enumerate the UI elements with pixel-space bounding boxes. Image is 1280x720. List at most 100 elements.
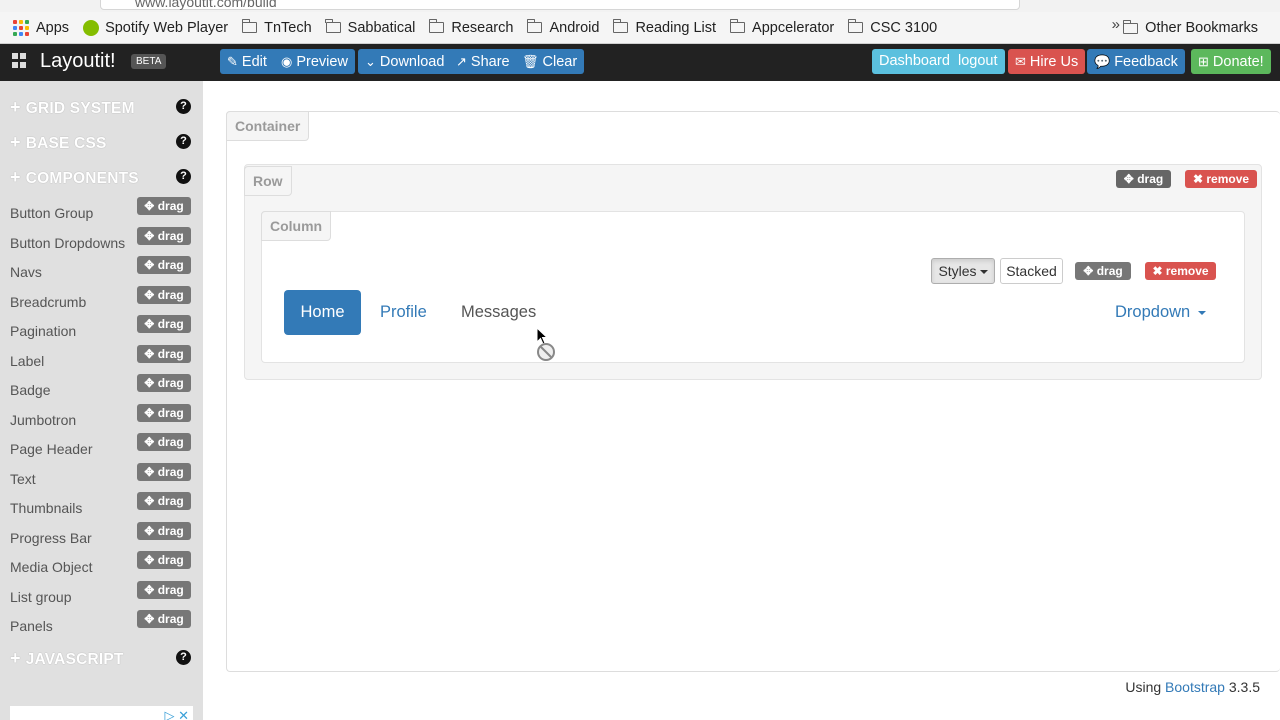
clear-button[interactable]: 🗑 Clear xyxy=(515,49,585,74)
component-label: Text xyxy=(10,470,36,487)
component-drag-handle[interactable]: ✥ drag xyxy=(137,197,191,215)
drag-label: drag xyxy=(157,523,184,538)
drag-label: drag xyxy=(157,258,184,272)
component-label: Jumbotron xyxy=(10,411,77,428)
section-javascript[interactable]: + JAVASCRIPT xyxy=(10,648,124,669)
logout-label: logout xyxy=(958,53,998,69)
move-icon: ✥ xyxy=(144,228,158,243)
ad-choices-icon[interactable]: ▷ ✕ xyxy=(164,708,189,720)
address-bar-url[interactable]: www.layoutit.com/build xyxy=(135,0,277,10)
preview-button[interactable]: ◉ Preview xyxy=(274,49,355,74)
remove-label: remove xyxy=(1206,172,1250,186)
row-remove-button[interactable]: ✖ remove xyxy=(1185,170,1257,188)
component-drag-handle[interactable]: ✥ drag xyxy=(137,462,191,481)
bookmark-label: Sabbatical xyxy=(347,19,416,36)
bookmark-appcelerator[interactable]: Appcelerator xyxy=(729,19,834,36)
component-drag-handle[interactable]: ✥ drag xyxy=(137,433,191,451)
bookmark-label: Android xyxy=(549,19,600,36)
component-item: Jumbotron ✥ drag xyxy=(0,403,203,432)
bookmark-label: Other Bookmarks xyxy=(1145,20,1258,36)
sidebar: + GRID SYSTEM ? + BASE CSS ? + COMPONENTS ?… xyxy=(0,81,203,720)
section-label: BASE CSS xyxy=(25,135,107,152)
nav-pill-profile[interactable]: Profile xyxy=(380,290,427,335)
column-element[interactable] xyxy=(261,211,1245,363)
component-drag-handle[interactable]: ✥ drag xyxy=(137,344,191,363)
bookmark-android[interactable]: Android xyxy=(526,19,600,36)
bookmark-spotify[interactable]: Spotify Web Player xyxy=(83,19,228,36)
preview-label: Preview xyxy=(296,54,348,70)
nav-pill-dropdown[interactable]: Dropdown xyxy=(1115,290,1206,335)
component-drag-handle[interactable]: ✥ drag xyxy=(137,285,191,304)
edit-button[interactable]: ✎ Edit xyxy=(220,49,274,74)
feedback-label: Feedback xyxy=(1114,54,1178,70)
section-grid-system[interactable]: + GRID SYSTEM xyxy=(10,97,135,118)
section-label: COMPONENTS xyxy=(25,170,139,187)
section-base-css[interactable]: + BASE CSS xyxy=(10,132,107,153)
brand-name[interactable]: Layoutit! xyxy=(40,50,116,73)
folder-icon xyxy=(1122,19,1139,34)
component-drag-handle[interactable]: ✥ drag xyxy=(137,610,191,628)
component-item: Progress Bar ✥ drag xyxy=(0,521,203,550)
donate-button[interactable]: ⊞ Donate! xyxy=(1191,49,1271,74)
more-bookmarks-chevron[interactable]: » xyxy=(1112,16,1120,33)
dashboard-button[interactable]: Dashboard xyxy=(872,49,957,74)
component-drag-handle[interactable]: ✥ drag xyxy=(137,374,191,392)
move-icon: ✥ xyxy=(144,523,158,538)
app-navbar: Layoutit! BETA ✎ Edit ◉ Preview ⌄ Download … xyxy=(0,44,1280,81)
logout-button[interactable]: logout xyxy=(951,49,1005,74)
feedback-button[interactable]: 💬 Feedback xyxy=(1087,49,1185,74)
row-drag-handle[interactable]: ✥ drag xyxy=(1116,170,1171,188)
drag-label: drag xyxy=(157,435,184,449)
nav-pill-home[interactable]: Home xyxy=(284,290,361,335)
bootstrap-link[interactable]: Bootstrap xyxy=(1165,679,1225,695)
component-drag-handle[interactable]: ✥ drag xyxy=(137,226,191,245)
component-item: Page Header ✥ drag xyxy=(0,433,203,461)
component-drag-handle[interactable]: ✥ drag xyxy=(137,492,191,510)
bookmark-reading-list[interactable]: Reading List xyxy=(612,19,716,36)
component-drag-handle[interactable]: ✥ drag xyxy=(137,580,191,599)
component-drag-handle[interactable]: ✥ drag xyxy=(137,403,191,422)
edit-icon: ✎ xyxy=(227,54,238,69)
stacked-button[interactable]: Stacked xyxy=(1000,258,1063,284)
close-icon: ✖ xyxy=(1192,172,1207,186)
component-drag-handle[interactable]: ✥ drag xyxy=(137,521,191,540)
share-button[interactable]: ↗ Share xyxy=(449,49,517,74)
bookmark-csc-3100[interactable]: CSC 3100 xyxy=(847,19,937,36)
component-item: Label ✥ drag xyxy=(0,344,203,373)
gift-icon: ⊞ xyxy=(1198,54,1209,69)
component-item: Button Dropdowns ✥ drag xyxy=(0,226,203,255)
hire-us-button[interactable]: ✉ Hire Us xyxy=(1008,49,1086,74)
component-drag-handle[interactable]: ✥ drag xyxy=(137,551,191,569)
nav-pill-messages[interactable]: Messages xyxy=(461,290,536,335)
component-drag-handle[interactable]: ✥ drag xyxy=(137,315,191,333)
container-label: Container xyxy=(226,111,310,141)
help-icon[interactable]: ? xyxy=(176,650,191,665)
nav-drag-handle[interactable]: ✥ drag xyxy=(1075,262,1131,280)
drag-label: drag xyxy=(157,553,184,567)
download-button[interactable]: ⌄ Download xyxy=(358,49,452,74)
share-label: Share xyxy=(470,54,510,70)
bookmark-other-bookmarks[interactable]: Other Bookmarks xyxy=(1122,12,1258,44)
folder-icon xyxy=(526,19,543,33)
styles-dropdown-button[interactable]: Styles xyxy=(931,258,995,284)
help-icon[interactable]: ? xyxy=(176,99,191,114)
edit-label: Edit xyxy=(241,54,267,70)
move-icon: ✥ xyxy=(144,494,158,508)
drag-label: drag xyxy=(1096,264,1123,278)
bookmark-apps[interactable]: Apps xyxy=(13,19,69,36)
caret-down-icon xyxy=(1197,310,1206,315)
bookmark-tntech[interactable]: TnTech xyxy=(241,19,312,36)
nav-remove-button[interactable]: ✖ remove xyxy=(1145,262,1216,280)
help-icon[interactable]: ? xyxy=(176,169,191,184)
section-components[interactable]: + COMPONENTS xyxy=(10,167,139,188)
envelope-icon: ✉ xyxy=(1015,54,1026,69)
component-label: Pagination xyxy=(10,323,77,339)
column-label: Column xyxy=(261,211,332,241)
component-drag-handle[interactable]: ✥ drag xyxy=(137,256,191,274)
component-label: Navs xyxy=(10,264,42,280)
help-icon[interactable]: ? xyxy=(176,134,191,149)
row-label: Row xyxy=(244,166,292,196)
ad-banner[interactable]: ▷ ✕ xyxy=(10,706,193,720)
bookmark-research[interactable]: Research xyxy=(428,19,513,36)
bookmark-sabbatical[interactable]: Sabbatical xyxy=(325,19,416,36)
